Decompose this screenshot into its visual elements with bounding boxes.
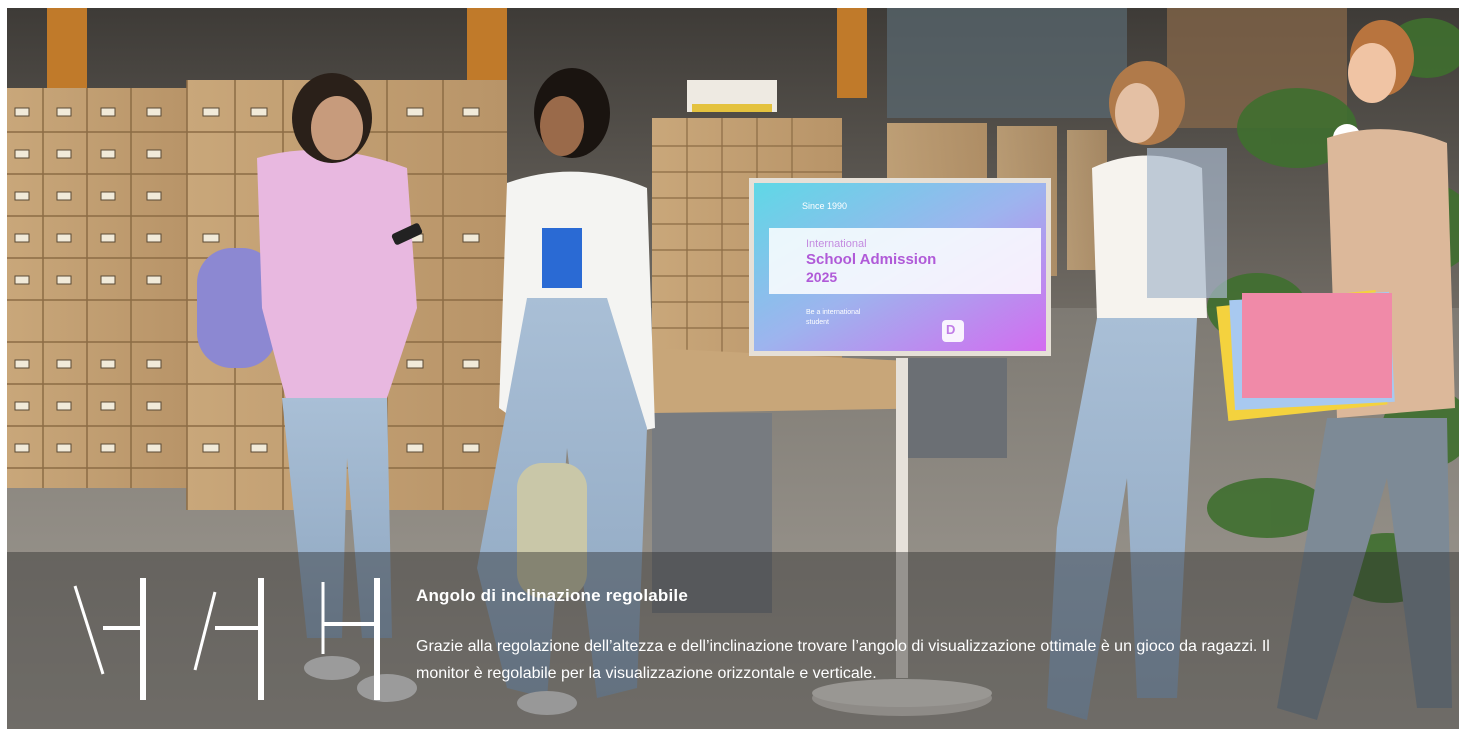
feature-description: Grazie alla regolazione dell’altezza e d… <box>416 638 1270 682</box>
tilt-straight-icon <box>321 578 380 700</box>
screen-line-3: 2025 <box>806 269 838 285</box>
tilt-back-icon <box>73 578 146 700</box>
hero-banner: Since 1990 International School Admissio… <box>7 8 1459 729</box>
monitor-screen: Since 1990 International School Admissio… <box>754 183 1046 351</box>
feature-title: Angolo di inclinazione regolabile <box>416 586 689 605</box>
screen-line-1: International <box>806 238 867 250</box>
screen-since-label: Since 1990 <box>802 201 848 211</box>
tilt-icons-group <box>73 578 380 700</box>
tilt-forward-icon <box>193 578 264 700</box>
screen-tagline-2: student <box>806 319 829 326</box>
screen-tagline-1: Be a international <box>806 309 861 316</box>
screen-logo: D <box>946 322 956 337</box>
screen-line-2: School Admission <box>806 251 937 268</box>
